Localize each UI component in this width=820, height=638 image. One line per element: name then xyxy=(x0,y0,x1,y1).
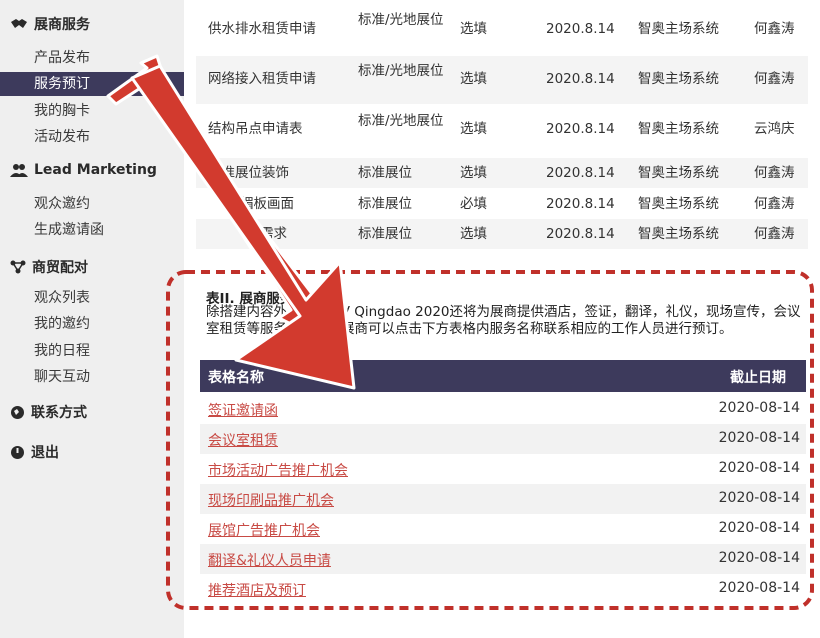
form-name[interactable]: 供水排水租赁申请 xyxy=(208,20,316,38)
system: 智奥主场系统 xyxy=(638,71,719,87)
booth-type: 标准展位 xyxy=(358,196,412,212)
booth-type: 标准展位 xyxy=(358,226,412,242)
sidebar-section-label: 展商服务 xyxy=(34,17,90,33)
service-deadline: 2020-08-14 xyxy=(718,490,800,506)
service-link-marketing-ads[interactable]: 市场活动广告推广机会 xyxy=(208,460,348,480)
contact: 何鑫涛 xyxy=(754,71,795,87)
contact: 何鑫涛 xyxy=(754,165,795,181)
contact: 云鸿庆 xyxy=(754,121,795,137)
deadline: 2020.8.14 xyxy=(546,226,615,242)
service-link-hotel[interactable]: 推荐酒店及预订 xyxy=(208,580,306,600)
service-deadline: 2020-08-14 xyxy=(718,580,800,596)
sidebar-item-generate-invitation[interactable]: 生成邀请函 xyxy=(0,218,184,242)
sidebar-item-my-invitations[interactable]: 我的邀约 xyxy=(0,312,184,336)
service-deadline: 2020-08-14 xyxy=(718,520,800,536)
sidebar-section-contact[interactable]: 联系方式 xyxy=(10,402,87,422)
service-row: 翻译&礼仪人员申请 2020-08-14 xyxy=(200,544,806,574)
contact: 何鑫涛 xyxy=(754,196,795,212)
sidebar-item-chat[interactable]: 聊天互动 xyxy=(0,365,184,389)
service-row: 市场活动广告推广机会 2020-08-14 xyxy=(200,454,806,484)
form-name[interactable]: 网络接入租赁申请 xyxy=(208,70,316,88)
sidebar-item-product-release[interactable]: 产品发布 xyxy=(0,46,184,70)
service-deadline: 2020-08-14 xyxy=(718,550,800,566)
deadline: 2020.8.14 xyxy=(546,121,615,137)
table-row: 需求 标准展位 选填 2020.8.14 智奥主场系统 何鑫涛 xyxy=(196,219,808,249)
power-icon xyxy=(11,445,24,459)
contact: 何鑫涛 xyxy=(754,226,795,242)
globe-icon xyxy=(11,405,24,419)
requirement: 选填 xyxy=(460,121,487,137)
sidebar: 展商服务 产品发布 服务预订 我的胸卡 活动发布 Lead Marketing … xyxy=(0,0,184,638)
service-link-translation[interactable]: 翻译&礼仪人员申请 xyxy=(208,550,331,570)
sidebar-item-my-schedule[interactable]: 我的日程 xyxy=(0,339,184,363)
booth-type: 标准展位 xyxy=(358,165,412,181)
sidebar-item-visitor-list[interactable]: 观众列表 xyxy=(0,286,184,310)
table-row: 网络接入租赁申请 标准/光地展位 选填 2020.8.14 智奥主场系统 何鑫涛 xyxy=(196,56,808,104)
sidebar-section-label: 联系方式 xyxy=(31,405,87,421)
deadline: 2020.8.14 xyxy=(546,165,615,181)
deadline: 2020.8.14 xyxy=(546,196,615,212)
service-row: 会议室租赁 2020-08-14 xyxy=(200,424,806,454)
form-name[interactable]: 楣板画面 xyxy=(240,195,294,213)
network-icon xyxy=(10,260,26,274)
table-row: 标准展位装饰 标准展位 选填 2020.8.14 智奥主场系统 何鑫涛 xyxy=(196,158,808,188)
system: 智奥主场系统 xyxy=(638,196,719,212)
system: 智奥主场系统 xyxy=(638,21,719,37)
handshake-icon xyxy=(11,19,27,28)
requirement: 选填 xyxy=(460,226,487,242)
sidebar-section-label: 退出 xyxy=(31,445,59,461)
services-table-header: 表格名称 截止日期 xyxy=(200,360,806,392)
sidebar-item-my-badge[interactable]: 我的胸卡 xyxy=(0,99,184,123)
sidebar-item-service-booking[interactable]: 服务预订 xyxy=(0,72,184,96)
sidebar-section-label: Lead Marketing xyxy=(34,162,157,178)
sidebar-section-exhibitor-services[interactable]: 展商服务 xyxy=(10,14,90,34)
service-link-print-ads[interactable]: 现场印刷品推广机会 xyxy=(208,490,334,510)
system: 智奥主场系统 xyxy=(638,121,719,137)
requirement: 选填 xyxy=(460,71,487,87)
column-header-name: 表格名称 xyxy=(208,370,264,386)
requirement: 必填 xyxy=(460,196,487,212)
booth-type: 标准/光地展位 xyxy=(358,63,444,79)
service-deadline: 2020-08-14 xyxy=(718,460,800,476)
form-name[interactable]: 结构吊点申请表 xyxy=(208,120,303,138)
service-row: 现场印刷品推广机会 2020-08-14 xyxy=(200,484,806,514)
service-deadline: 2020-08-14 xyxy=(718,430,800,446)
sidebar-item-visitor-invite[interactable]: 观众邀约 xyxy=(0,192,184,216)
service-row: 展馆广告推广机会 2020-08-14 xyxy=(200,514,806,544)
section-description: 除搭建内容外，今年VIV Qingdao 2020还将为展商提供酒店，签证，翻译… xyxy=(206,304,801,337)
table-row: 结构吊点申请表 标准/光地展位 选填 2020.8.14 智奥主场系统 云鸿庆 xyxy=(196,106,808,154)
service-row: 推荐酒店及预订 2020-08-14 xyxy=(200,574,806,604)
requirement: 选填 xyxy=(460,21,487,37)
sidebar-section-business-matching[interactable]: 商贸配对 xyxy=(10,257,88,277)
column-header-deadline: 截止日期 xyxy=(730,370,786,386)
sidebar-item-event-release[interactable]: 活动发布 xyxy=(0,125,184,149)
service-link-visa[interactable]: 签证邀请函 xyxy=(208,400,278,420)
sidebar-section-logout[interactable]: 退出 xyxy=(10,442,59,462)
service-row: 签证邀请函 2020-08-14 xyxy=(200,394,806,424)
table-row: 楣板画面 标准展位 必填 2020.8.14 智奥主场系统 何鑫涛 xyxy=(196,189,808,219)
deadline: 2020.8.14 xyxy=(546,21,615,37)
booth-type: 标准/光地展位 xyxy=(358,12,444,28)
requirement: 选填 xyxy=(460,165,487,181)
users-icon xyxy=(10,164,28,177)
service-link-meeting-room[interactable]: 会议室租赁 xyxy=(208,430,278,450)
form-name[interactable]: 标准展位装饰 xyxy=(208,164,289,182)
system: 智奥主场系统 xyxy=(638,165,719,181)
form-name[interactable]: 需求 xyxy=(260,225,287,243)
sidebar-section-lead-marketing[interactable]: Lead Marketing xyxy=(10,162,157,178)
table-row: 供水排水租赁申请 标准/光地展位 选填 2020.8.14 智奥主场系统 何鑫涛 xyxy=(196,6,808,52)
service-link-hall-ads[interactable]: 展馆广告推广机会 xyxy=(208,520,320,540)
booth-type: 标准/光地展位 xyxy=(358,113,444,129)
deadline: 2020.8.14 xyxy=(546,71,615,87)
service-deadline: 2020-08-14 xyxy=(718,400,800,416)
contact: 何鑫涛 xyxy=(754,21,795,37)
sidebar-section-label: 商贸配对 xyxy=(32,260,88,276)
system: 智奥主场系统 xyxy=(638,226,719,242)
